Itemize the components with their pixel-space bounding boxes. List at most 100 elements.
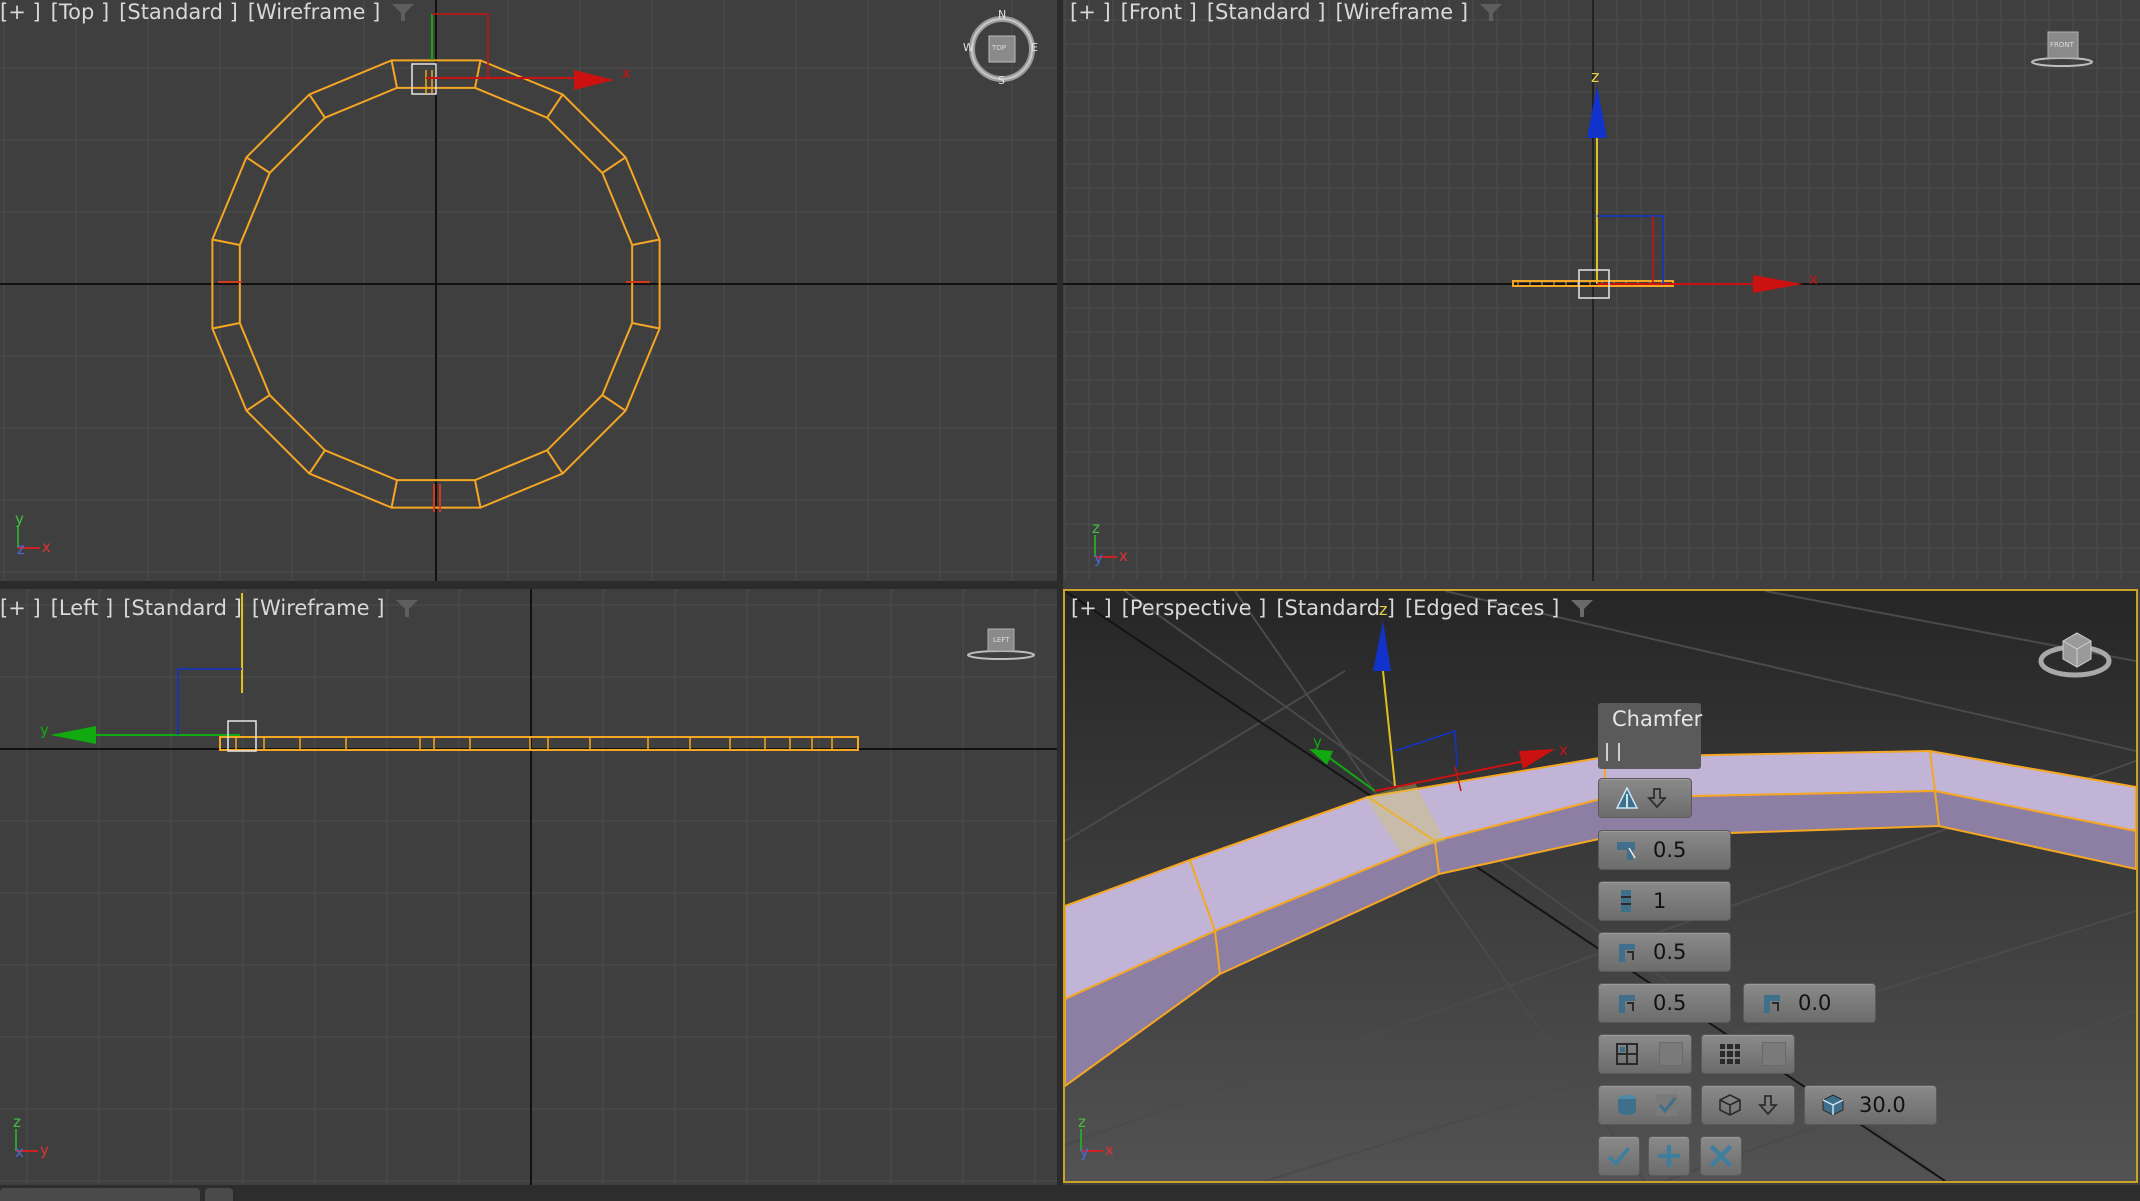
tripod-label: y	[15, 510, 24, 528]
ring-radial-edge	[212, 238, 241, 246]
tripod-label: x	[1119, 547, 1128, 565]
chamfer-tension-spinner[interactable]: 0.5	[1598, 932, 1731, 972]
chamfer-segments-value[interactable]: 1	[1653, 889, 1666, 913]
viewport-display-mode-menu[interactable]: [Edged Faces ]	[1405, 596, 1559, 620]
chamfer-smooth-threshold-spinner[interactable]: 30.0	[1804, 1085, 1937, 1125]
drag-handle-icon[interactable]	[1606, 743, 1620, 761]
viewport-point-of-view-menu[interactable]: [Front ]	[1121, 0, 1197, 24]
chamfer-depth-spinner[interactable]: 0.0	[1743, 983, 1876, 1023]
tripod-label: z	[1078, 1113, 1086, 1131]
tripod-label: z	[1092, 519, 1100, 537]
front-viewport[interactable]: zxzxy [+ ] [Front ] [Standard ] [Wirefra…	[1063, 0, 2140, 581]
ring-radial-edge	[245, 156, 271, 174]
chamfer-smooth-type-dropdown[interactable]	[1701, 1085, 1795, 1125]
filter-icon[interactable]	[390, 1, 416, 23]
ring-radial-edge	[601, 394, 627, 412]
ring-radial-edge	[546, 449, 564, 475]
left-viewport-label: [+ ] [Left ] [Standard ] [Wireframe ]	[0, 596, 420, 620]
chamfer-amount-value[interactable]: 0.5	[1653, 838, 1686, 862]
ring-radial-edge	[308, 93, 326, 119]
viewcube-face-label: LEFT	[993, 636, 1010, 644]
ring-radial-edge	[245, 394, 271, 412]
compass-east-label: E	[1031, 41, 1038, 54]
front-viewport-label: [+ ] [Front ] [Standard ] [Wireframe ]	[1070, 0, 1504, 24]
compass-viewcube[interactable]: N S E W TOP	[963, 8, 1039, 87]
chamfer-inset-value[interactable]: 0.5	[1653, 991, 1686, 1015]
time-slider-next-tab[interactable]	[205, 1188, 233, 1201]
chamfer-smooth-threshold-value[interactable]: 30.0	[1859, 1093, 1906, 1117]
chamfer-type-button[interactable]	[1598, 778, 1692, 818]
depth-icon	[1762, 995, 1780, 1013]
top-viewport-label: [+ ] [Top ] [Standard ] [Wireframe ]	[0, 0, 416, 24]
ring-radial-edge	[474, 60, 482, 89]
viewcube[interactable]: LEFT	[966, 625, 1036, 665]
gizmo-z-arrow	[1373, 621, 1391, 671]
filter-icon[interactable]	[1569, 597, 1595, 619]
check-icon[interactable]	[1655, 1093, 1679, 1117]
viewport-shading-menu[interactable]: [Standard ]	[1207, 0, 1326, 24]
viewport-point-of-view-menu[interactable]: [Top ]	[51, 0, 110, 24]
chamfer-amount-spinner[interactable]: 0.5	[1598, 830, 1731, 870]
ring-radial-edge	[212, 322, 241, 330]
arrow-down-icon	[1757, 1095, 1779, 1116]
gizmo-x-arrow	[1753, 275, 1803, 293]
viewport-shading-menu[interactable]: [Standard ]	[119, 0, 238, 24]
chamfer-caddy-title-text: Chamfer	[1612, 707, 1703, 731]
segments-icon	[1621, 890, 1631, 912]
chamfer-depth-value[interactable]: 0.0	[1798, 991, 1831, 1015]
amount-icon	[1617, 842, 1636, 860]
checkbox-empty-icon[interactable]	[1659, 1042, 1683, 1066]
cube-icon	[1719, 1094, 1741, 1116]
apply-button[interactable]	[1648, 1136, 1690, 1176]
top-viewport[interactable]: xyxz [+ ] [Top ] [Standard ] [Wireframe …	[0, 0, 1057, 581]
checkbox-empty-icon[interactable]	[1762, 1042, 1786, 1066]
gizmo-z-arrow	[1587, 86, 1607, 138]
ring-radial-edge	[631, 238, 660, 246]
tripod-label: y	[40, 1141, 49, 1159]
compass-west-label: W	[963, 41, 974, 54]
filter-icon[interactable]	[394, 597, 420, 619]
viewport-shading-menu[interactable]: [Standard ]	[1276, 596, 1395, 620]
viewport-point-of-view-menu[interactable]: [Perspective ]	[1122, 596, 1267, 620]
quad-intersection-icon	[1720, 1044, 1740, 1064]
gizmo-y-label: y	[1313, 733, 1322, 751]
viewcube[interactable]: FRONT	[2030, 28, 2094, 72]
chamfer-open-toggle[interactable]	[1598, 1034, 1692, 1074]
plus-icon	[1658, 1145, 1680, 1167]
ring-radial-edge	[601, 156, 627, 174]
viewport-plus-menu[interactable]: [+ ]	[0, 596, 41, 620]
tripod-label: y	[1080, 1143, 1089, 1161]
filter-icon[interactable]	[1478, 1, 1504, 23]
ring-radial-edge	[308, 449, 326, 475]
chamfer-quad-intersect-toggle[interactable]	[1701, 1034, 1795, 1074]
viewport-display-mode-menu[interactable]: [Wireframe ]	[248, 0, 381, 24]
chamfer-caddy-title[interactable]: Chamfer	[1598, 703, 1703, 769]
chamfer-tension-value[interactable]: 0.5	[1653, 940, 1686, 964]
gizmo-x-arrow	[574, 70, 614, 90]
viewport-plus-menu[interactable]: [+ ]	[0, 0, 41, 24]
viewcube-face-label: TOP	[992, 44, 1007, 52]
viewport-separator-horizontal[interactable]	[0, 581, 1063, 589]
viewport-separator-vertical[interactable]	[1057, 0, 1063, 1201]
cancel-button[interactable]	[1700, 1136, 1742, 1176]
chamfer-smooth-toggle[interactable]	[1598, 1085, 1692, 1125]
viewport-plus-menu[interactable]: [+ ]	[1070, 0, 1111, 24]
smooth-threshold-icon	[1822, 1094, 1844, 1116]
ring-radial-edge	[546, 93, 564, 119]
chamfer-inset-spinner[interactable]: 0.5	[1598, 983, 1731, 1023]
viewport-shading-menu[interactable]: [Standard ]	[123, 596, 242, 620]
perspective-viewport-label: [+ ] [Perspective ] [Standard ] [Edged F…	[1071, 596, 1595, 620]
x-icon	[1709, 1144, 1733, 1168]
compass-north-label: N	[998, 8, 1007, 21]
left-viewport[interactable]: yzyx [+ ] [Left ] [Standard ] [Wireframe…	[0, 589, 1057, 1185]
viewport-display-mode-menu[interactable]: [Wireframe ]	[252, 596, 385, 620]
viewport-plus-menu[interactable]: [+ ]	[1071, 596, 1112, 620]
time-slider-tab[interactable]	[0, 1188, 200, 1201]
viewcube[interactable]	[2037, 623, 2113, 683]
chamfer-segments-spinner[interactable]: 1	[1598, 881, 1731, 921]
ok-button[interactable]	[1598, 1136, 1640, 1176]
viewport-point-of-view-menu[interactable]: [Left ]	[51, 596, 114, 620]
arrow-down-icon	[1646, 788, 1668, 809]
tripod-label: z	[17, 540, 25, 558]
viewport-display-mode-menu[interactable]: [Wireframe ]	[1335, 0, 1468, 24]
